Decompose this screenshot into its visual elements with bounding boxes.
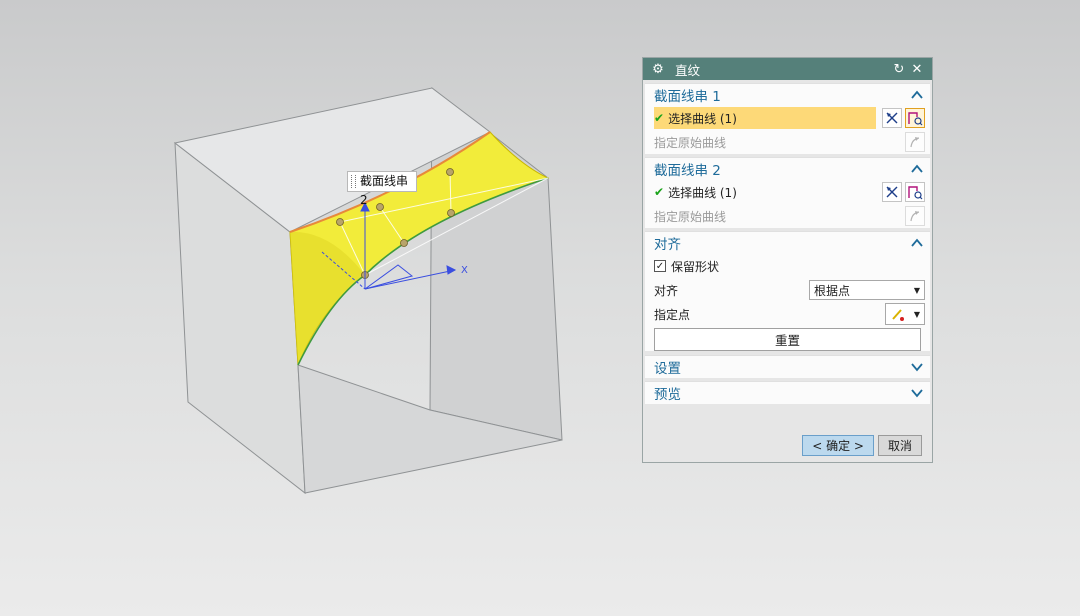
curve-select-button[interactable] bbox=[905, 182, 925, 202]
dropdown-arrow-icon[interactable]: ▼ bbox=[914, 310, 920, 319]
reverse-direction-button[interactable] bbox=[882, 182, 902, 202]
select-curve-label: 选择曲线 (1) bbox=[668, 185, 737, 200]
dialog-footer: < 确定 > 取消 bbox=[643, 435, 932, 456]
close-icon[interactable]: ✕ bbox=[908, 62, 926, 77]
chevron-down-icon bbox=[911, 389, 923, 398]
section-2-select-curve-row[interactable]: ✔ 选择曲线 (1) bbox=[645, 180, 930, 204]
keep-shape-label: 保留形状 bbox=[671, 259, 720, 274]
origin-curve-icon bbox=[910, 137, 920, 148]
section-1-origin-row[interactable]: 指定原始曲线 bbox=[645, 130, 930, 154]
keep-shape-row[interactable]: ✓ 保留形状 bbox=[645, 254, 930, 278]
preview-header[interactable]: 预览 bbox=[645, 382, 930, 404]
chevron-down-icon bbox=[911, 363, 923, 372]
origin-curve-button[interactable] bbox=[905, 132, 925, 152]
check-icon: ✔ bbox=[654, 111, 665, 125]
gear-icon[interactable]: ⚙ bbox=[649, 62, 667, 77]
section-2-origin-row[interactable]: 指定原始曲线 bbox=[645, 204, 930, 228]
section-string-1: 截面线串 1 ✔ 选择曲线 (1) 指定原始曲线 bbox=[645, 83, 930, 154]
select-curve-label: 选择曲线 (1) bbox=[668, 111, 737, 126]
reverse-direction-button[interactable] bbox=[882, 108, 902, 128]
align-select[interactable]: 根据点 ▼ bbox=[809, 280, 925, 300]
ok-button[interactable]: < 确定 > bbox=[802, 435, 874, 456]
check-icon: ✔ bbox=[654, 185, 665, 199]
section-1-select-curve-row[interactable]: ✔ 选择曲线 (1) bbox=[645, 106, 930, 130]
reverse-direction-icon bbox=[886, 112, 898, 124]
alignment-section: 对齐 ✓ 保留形状 对齐 根据点 ▼ 指定点 ▼ 重置 bbox=[645, 231, 930, 351]
align-select-value: 根据点 bbox=[814, 283, 851, 298]
dialog-titlebar: ⚙ 直纹 ↻ ✕ bbox=[643, 58, 932, 80]
align-row: 对齐 根据点 ▼ bbox=[645, 278, 930, 302]
specify-point-row: 指定点 ▼ bbox=[645, 302, 930, 326]
x-axis-label: X bbox=[461, 265, 468, 276]
specify-point-label: 指定点 bbox=[654, 307, 691, 322]
reset-icon[interactable]: ↻ bbox=[890, 62, 908, 77]
settings-header[interactable]: 设置 bbox=[645, 356, 930, 378]
point-dialog-button[interactable]: ▼ bbox=[885, 303, 925, 325]
ruled-surface-dialog: ⚙ 直纹 ↻ ✕ 截面线串 1 ✔ 选择曲线 (1) 指定原始曲线 截面线串 2… bbox=[642, 57, 933, 463]
align-label: 对齐 bbox=[654, 283, 679, 298]
alignment-header[interactable]: 对齐 bbox=[645, 232, 930, 254]
chevron-up-icon bbox=[911, 90, 923, 99]
curve-select-button[interactable] bbox=[905, 108, 925, 128]
point-wand-icon bbox=[892, 309, 904, 321]
specify-origin-label: 指定原始曲线 bbox=[654, 209, 727, 224]
section-string-callout: 截面线串 2 bbox=[347, 171, 417, 207]
dropdown-arrow-icon: ▼ bbox=[913, 285, 921, 295]
chevron-up-icon bbox=[911, 164, 923, 173]
origin-curve-button[interactable] bbox=[905, 206, 925, 226]
section-2-header[interactable]: 截面线串 2 bbox=[645, 158, 930, 180]
dialog-title: 直纹 bbox=[675, 62, 701, 78]
specify-origin-label: 指定原始曲线 bbox=[654, 135, 727, 150]
curve-select-icon bbox=[908, 186, 923, 200]
reverse-direction-icon bbox=[886, 186, 898, 198]
origin-curve-icon bbox=[910, 211, 920, 222]
chevron-up-icon bbox=[911, 238, 923, 247]
keep-shape-checkbox[interactable]: ✓ bbox=[654, 260, 666, 272]
curve-select-icon bbox=[908, 112, 923, 126]
section-1-header[interactable]: 截面线串 1 bbox=[645, 84, 930, 106]
cancel-button[interactable]: 取消 bbox=[877, 435, 922, 456]
section-string-2: 截面线串 2 ✔ 选择曲线 (1) 指定原始曲线 bbox=[645, 157, 930, 228]
settings-section: 设置 bbox=[645, 355, 930, 378]
reset-button[interactable]: 重置 bbox=[654, 328, 921, 351]
preview-section: 预览 bbox=[645, 381, 930, 404]
callout-grip bbox=[351, 175, 356, 188]
